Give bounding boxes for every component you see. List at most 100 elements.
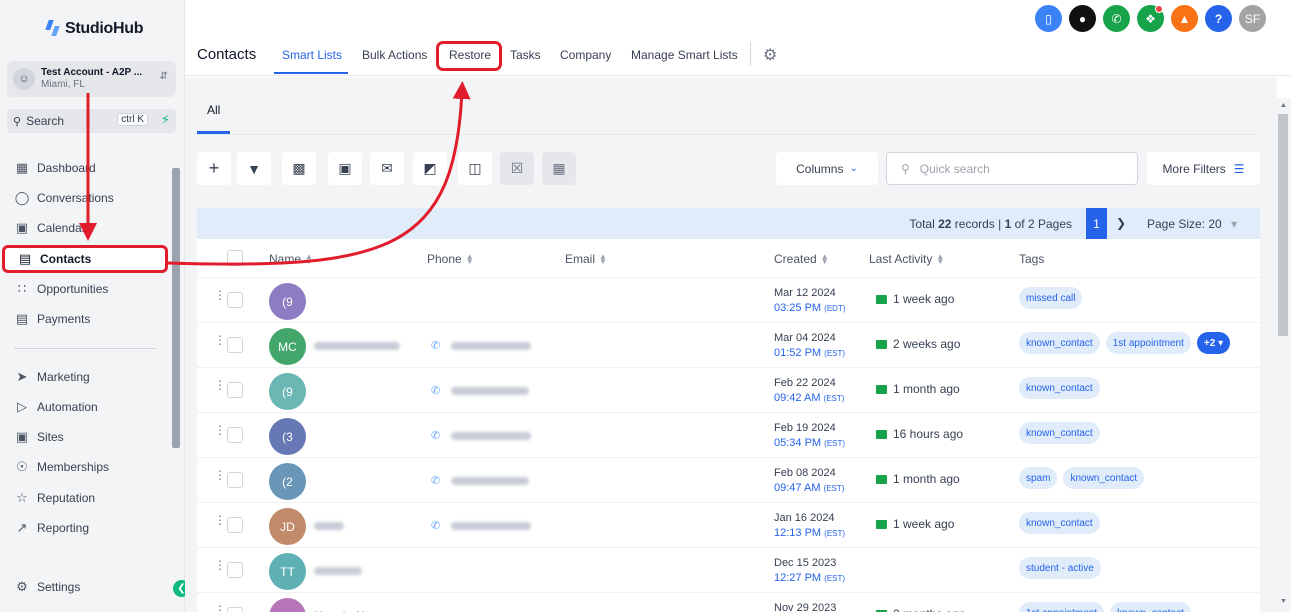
contact-name-redacted[interactable] xyxy=(314,522,344,530)
sms-button[interactable]: ▣ xyxy=(328,152,362,185)
row-checkbox[interactable] xyxy=(227,427,243,443)
drag-handle-icon[interactable]: ⋮ xyxy=(214,289,226,301)
tag-badge[interactable]: known_contact xyxy=(1019,422,1100,444)
add-contact-button[interactable]: + xyxy=(197,152,231,185)
tab-tasks[interactable]: Tasks xyxy=(510,48,541,62)
drag-handle-icon[interactable]: ⋮ xyxy=(214,514,226,526)
help-icon[interactable]: ? xyxy=(1205,5,1232,32)
bell-icon[interactable]: ▲ xyxy=(1171,5,1198,32)
row-checkbox[interactable] xyxy=(227,292,243,308)
contact-name-redacted[interactable] xyxy=(314,342,400,350)
row-checkbox[interactable] xyxy=(227,472,243,488)
chat-widget-icon[interactable]: ▯ xyxy=(1035,5,1062,32)
table-row[interactable]: ⋮HAHunnic Al...Nov 29 20232 months ago1s… xyxy=(197,592,1260,612)
tag-badge[interactable]: known_contact xyxy=(1019,512,1100,534)
row-checkbox[interactable] xyxy=(227,607,243,612)
brand-logo[interactable]: StudioHub xyxy=(45,20,143,38)
row-checkbox[interactable] xyxy=(227,517,243,533)
phone-redacted[interactable] xyxy=(451,432,531,440)
tab-smart-lists[interactable]: Smart Lists xyxy=(282,48,342,62)
sidebar-search[interactable]: ⚲ Search ctrl K ⚡ xyxy=(7,109,176,133)
phone-redacted[interactable] xyxy=(451,342,531,350)
table-row[interactable]: ⋮ (9 Mar 12 2024 03:25 PM (EDT) 1 week ago mi… xyxy=(197,277,1260,322)
sidebar-item-payments[interactable]: ▤ Payments xyxy=(14,307,91,331)
table-row[interactable]: ⋮ MC ✆ Mar 04 2024 01:52 PM (EST) 2 weeks ago… xyxy=(197,322,1260,367)
drag-handle-icon[interactable]: ⋮ xyxy=(214,559,226,571)
phone-icon[interactable]: ✆ xyxy=(1103,5,1130,32)
page-button-1[interactable]: 1 xyxy=(1086,208,1107,239)
drag-handle-icon[interactable]: ⋮ xyxy=(214,379,226,391)
sidebar-item-contacts[interactable]: ▤ Contacts xyxy=(2,245,168,273)
sidebar-item-calendars[interactable]: ▣ Calendars xyxy=(14,216,92,240)
profile-avatar[interactable]: SF xyxy=(1239,5,1266,32)
tab-company[interactable]: Company xyxy=(560,48,611,62)
robot-icon[interactable]: ● xyxy=(1069,5,1096,32)
contact-name-redacted[interactable] xyxy=(314,567,362,575)
drag-handle-icon[interactable]: ⋮ xyxy=(214,424,226,436)
table-row[interactable]: ⋮ TT Dec 15 2023 12:27 PM (EST) student - ac… xyxy=(197,547,1260,592)
sidebar-item-opportunities[interactable]: ∷ Opportunities xyxy=(14,277,109,301)
select-all-checkbox[interactable] xyxy=(227,250,243,266)
tag-badge[interactable]: known_contact xyxy=(1063,467,1145,489)
sidebar-scroll-thumb[interactable] xyxy=(172,168,180,448)
more-filters-button[interactable]: More Filters ☰ xyxy=(1147,152,1260,185)
tag-badge[interactable]: 1st appointment xyxy=(1105,332,1191,354)
more-tags-button[interactable]: +2 ▾ xyxy=(1196,332,1231,354)
tab-all[interactable]: All xyxy=(207,103,220,117)
sidebar-item-reporting[interactable]: ↗ Reporting xyxy=(14,516,89,540)
tab-manage-smart-lists[interactable]: Manage Smart Lists xyxy=(631,48,738,62)
filter-button[interactable]: ▼ xyxy=(237,152,271,185)
phone-redacted[interactable] xyxy=(451,477,529,485)
megaphone-icon[interactable]: ❖ xyxy=(1137,5,1164,32)
page-size-select[interactable]: Page Size: 20 ▾ xyxy=(1147,217,1237,231)
account-switcher[interactable]: ☺ Test Account - A2P ... Miami, FL ⇵ xyxy=(7,61,176,97)
table-row[interactable]: ⋮ (2 ✆ Feb 08 2024 09:47 AM (EST) 1 month ago… xyxy=(197,457,1260,502)
sidebar-item-settings[interactable]: ⚙ Settings xyxy=(14,575,80,599)
drag-handle-icon[interactable]: ⋮ xyxy=(214,604,226,612)
drag-handle-icon[interactable]: ⋮ xyxy=(214,469,226,481)
sidebar-item-conversations[interactable]: ◯ Conversations xyxy=(14,186,114,210)
sidebar-item-marketing[interactable]: ➤ Marketing xyxy=(14,365,90,389)
delete-button[interactable]: ☒ xyxy=(500,152,534,185)
sidebar-item-reputation[interactable]: ☆ Reputation xyxy=(14,486,95,510)
tag-badge[interactable]: student - active xyxy=(1019,557,1101,579)
tag-badge[interactable]: known_contact xyxy=(1019,377,1100,399)
tab-bulk-actions[interactable]: Bulk Actions xyxy=(362,48,427,62)
table-row[interactable]: ⋮ (3 ✆ Feb 19 2024 05:34 PM (EST) 16 hours ag… xyxy=(197,412,1260,457)
workflow-button[interactable]: ▩ xyxy=(282,152,316,185)
table-row[interactable]: ⋮ JD ✆ Jan 16 2024 12:13 PM (EST) 1 week ago k… xyxy=(197,502,1260,547)
next-page-icon[interactable]: ❯ xyxy=(1116,216,1126,230)
tag-badge[interactable]: missed call xyxy=(1019,287,1083,309)
row-checkbox[interactable] xyxy=(227,337,243,353)
row-checkbox[interactable] xyxy=(227,382,243,398)
add-tag-button[interactable]: ◩ xyxy=(413,152,447,185)
page-scrollbar[interactable]: ▲ ▼ xyxy=(1277,98,1291,612)
table-row[interactable]: ⋮ (9 ✆ Feb 22 2024 09:42 AM (EST) 1 month ago… xyxy=(197,367,1260,412)
column-header-phone[interactable]: Phone ▲ ▼ xyxy=(427,252,474,266)
tag-badge[interactable]: 1st appointment xyxy=(1019,602,1105,612)
company-button[interactable]: ▦ xyxy=(542,152,576,185)
phone-redacted[interactable] xyxy=(451,387,529,395)
sidebar-item-automation[interactable]: ▷ Automation xyxy=(14,395,98,419)
columns-button[interactable]: Columns ⌄ xyxy=(776,152,878,185)
bolt-icon[interactable]: ⚡ xyxy=(161,112,170,128)
quick-search-input[interactable]: ⚲ Quick search xyxy=(886,152,1138,185)
row-checkbox[interactable] xyxy=(227,562,243,578)
tag-badge[interactable]: spam xyxy=(1019,467,1058,489)
column-header-created[interactable]: Created ▲ ▼ xyxy=(774,252,829,266)
column-header-name[interactable]: Name ▲ ▼ xyxy=(269,252,313,266)
sidebar-item-dashboard[interactable]: ▦ Dashboard xyxy=(14,156,96,180)
phone-redacted[interactable] xyxy=(451,522,531,530)
drag-handle-icon[interactable]: ⋮ xyxy=(214,334,226,346)
gear-icon[interactable]: ⚙ xyxy=(763,45,777,65)
column-header-email[interactable]: Email ▲ ▼ xyxy=(565,252,607,266)
remove-tag-button[interactable]: ◫ xyxy=(458,152,492,185)
sidebar-scrollbar[interactable] xyxy=(172,160,180,555)
email-button[interactable]: ✉ xyxy=(370,152,404,185)
tag-badge[interactable]: known_contact xyxy=(1110,602,1191,612)
sidebar-item-sites[interactable]: ▣ Sites xyxy=(14,425,64,449)
column-header-last-activity[interactable]: Last Activity ▲ ▼ xyxy=(869,252,944,266)
tag-badge[interactable]: known_contact xyxy=(1019,332,1100,354)
sidebar-item-memberships[interactable]: ☉ Memberships xyxy=(14,455,109,479)
page-scroll-thumb[interactable] xyxy=(1278,114,1288,336)
